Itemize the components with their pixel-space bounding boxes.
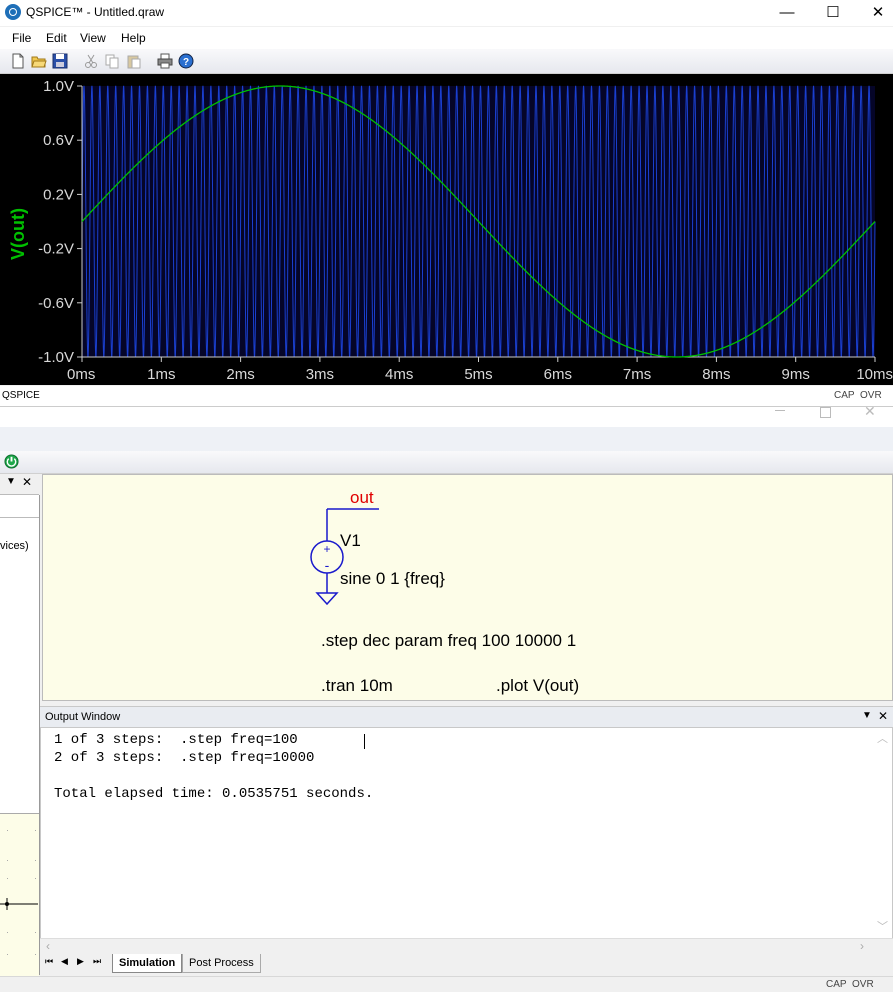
left-panel-tree-item[interactable]: vices)	[0, 540, 29, 552]
x-tick-label: 10ms	[856, 366, 893, 383]
status2-ovr: OVR	[852, 979, 874, 990]
waveform-chart[interactable]: 1.0V 0.6V 0.2V -0.2V -0.6V -1.0V 0ms 1ms 2ms 3ms…	[0, 74, 893, 385]
open-folder-icon[interactable]	[31, 53, 47, 69]
component-value[interactable]: sine 0 1 {freq}	[340, 569, 445, 588]
component-ref[interactable]: V1	[340, 531, 361, 550]
plot-directive[interactable]: .plot V(out)	[496, 676, 579, 695]
menu-edit[interactable]: Edit	[46, 31, 67, 45]
left-panel: vices)	[0, 495, 40, 976]
copy-icon[interactable]	[104, 53, 120, 69]
tab-post-process[interactable]: Post Process	[182, 954, 261, 973]
output-window-body[interactable]: 1 of 3 steps: .step freq=100 2 of 3 step…	[40, 727, 893, 939]
schematic-maximize-button[interactable]	[820, 407, 831, 418]
x-tick-label: 3ms	[306, 366, 334, 383]
print-icon[interactable]	[157, 53, 173, 69]
tran-directive[interactable]: .tran 10m	[321, 676, 393, 695]
close-icon[interactable]: ✕	[22, 475, 32, 489]
tab-simulation[interactable]: Simulation	[112, 954, 183, 973]
minimize-button[interactable]: —	[764, 0, 810, 26]
schematic-minimize-button[interactable]	[775, 410, 785, 411]
x-tick-label: 5ms	[464, 366, 492, 383]
left-panel-header: ▼ ✕	[0, 474, 39, 495]
output-line-4: Total elapsed time: 0.0535751 seconds.	[54, 786, 374, 802]
y-tick-label: 0.2V	[43, 186, 74, 203]
x-tick-label: 2ms	[226, 366, 254, 383]
tab-nav-prev-icon[interactable]: ◀	[61, 956, 68, 967]
schematic-titlebar: ✕	[0, 403, 893, 427]
text-cursor	[364, 734, 365, 749]
x-tick-labels: 0ms 1ms 2ms 3ms 4ms 5ms 6ms 7ms 8ms 9ms 10ms	[67, 366, 893, 383]
output-window-header: Output Window ▼ ✕	[40, 706, 893, 727]
schematic-menu-bar	[0, 427, 893, 451]
schematic-canvas[interactable]: out + - V1 sine 0 1 {freq} .step dec par…	[42, 474, 893, 701]
menu-file[interactable]: File	[12, 31, 31, 45]
y-tick-labels: 1.0V 0.6V 0.2V -0.2V -0.6V -1.0V	[38, 78, 74, 366]
bottom-status-bar: CAP OVR	[0, 976, 893, 992]
status2-cap: CAP	[826, 979, 847, 990]
status-cap: CAP	[834, 390, 855, 401]
output-line-2: 2 of 3 steps: .step freq=10000	[54, 750, 315, 766]
schematic-close-button[interactable]: ✕	[864, 403, 876, 420]
voltage-source-symbol[interactable]: + -	[310, 540, 344, 606]
left-panel-tree: vices)	[0, 517, 39, 818]
new-file-icon[interactable]	[10, 53, 26, 69]
source-plus: +	[323, 542, 330, 556]
y-axis-trace-label[interactable]: V(out)	[8, 208, 28, 260]
save-icon[interactable]	[52, 53, 68, 69]
scroll-up-icon[interactable]: ︿	[877, 730, 888, 746]
output-window-menu-icon[interactable]: ▼	[862, 710, 872, 721]
output-window-title: Output Window	[45, 711, 121, 723]
waveform-plot[interactable]: 1.0V 0.6V 0.2V -0.2V -0.6V -1.0V 0ms 1ms 2ms 3ms…	[0, 74, 893, 385]
horizontal-scrollbar[interactable]: ‹ ›	[40, 938, 893, 955]
close-button[interactable]: ✕	[855, 0, 893, 26]
tab-bar: ⏮ ◀ ▶ ⏭ Simulation Post Process	[40, 954, 893, 974]
output-line-1: 1 of 3 steps: .step freq=100	[54, 732, 298, 748]
net-label-out[interactable]: out	[350, 488, 374, 507]
y-tick-label: 0.6V	[43, 132, 74, 149]
help-icon[interactable]: ?	[178, 53, 194, 69]
scroll-left-icon[interactable]: ‹	[46, 939, 50, 953]
preview-grid	[0, 830, 38, 955]
menu-bar: File Edit View Help	[0, 27, 893, 49]
scroll-down-icon[interactable]: ﹀	[877, 918, 888, 934]
tab-nav-first-icon[interactable]: ⏮	[45, 956, 53, 967]
x-tick-label: 9ms	[782, 366, 810, 383]
x-tick-label: 7ms	[623, 366, 651, 383]
source-minus: -	[325, 557, 330, 573]
chevron-down-icon[interactable]: ▼	[6, 476, 16, 487]
y-tick-label: -0.2V	[38, 241, 74, 258]
x-tick-label: 8ms	[702, 366, 730, 383]
scroll-right-icon[interactable]: ›	[860, 939, 864, 953]
run-simulation-icon[interactable]	[4, 454, 19, 469]
schematic-toolbar	[0, 451, 893, 474]
menu-view[interactable]: View	[80, 31, 106, 45]
y-tick-label: -1.0V	[38, 349, 74, 366]
x-tick-label: 0ms	[67, 366, 95, 383]
menu-help[interactable]: Help	[121, 31, 146, 45]
status-app-name: QSPICE	[2, 390, 40, 401]
y-tick-label: 1.0V	[43, 78, 74, 95]
x-tick-label: 6ms	[544, 366, 572, 383]
window-titlebar: QSPICE™ - Untitled.qraw — ☐ ✕	[0, 0, 893, 26]
left-panel-preview	[0, 813, 39, 976]
tab-nav-last-icon[interactable]: ⏭	[93, 956, 101, 967]
x-tick-label: 1ms	[147, 366, 175, 383]
window-title: QSPICE™ - Untitled.qraw	[26, 5, 165, 19]
y-tick-label: -0.6V	[38, 295, 74, 312]
schematic-drawing[interactable]: out + - V1 sine 0 1 {freq} .step dec par…	[43, 475, 893, 702]
plot-status-bar: QSPICE CAP OVR	[0, 386, 893, 407]
maximize-button[interactable]: ☐	[810, 0, 856, 26]
x-tick-label: 4ms	[385, 366, 413, 383]
output-window-close-icon[interactable]: ✕	[878, 709, 888, 723]
status-ovr: OVR	[860, 390, 882, 401]
paste-icon[interactable]	[126, 53, 142, 69]
tab-nav-next-icon[interactable]: ▶	[77, 956, 84, 967]
svg-text:?: ?	[183, 57, 189, 68]
step-directive[interactable]: .step dec param freq 100 10000 1	[321, 631, 576, 650]
cut-icon[interactable]	[83, 53, 99, 69]
qspice-app-icon	[5, 4, 21, 20]
toolbar: ?	[0, 49, 893, 74]
